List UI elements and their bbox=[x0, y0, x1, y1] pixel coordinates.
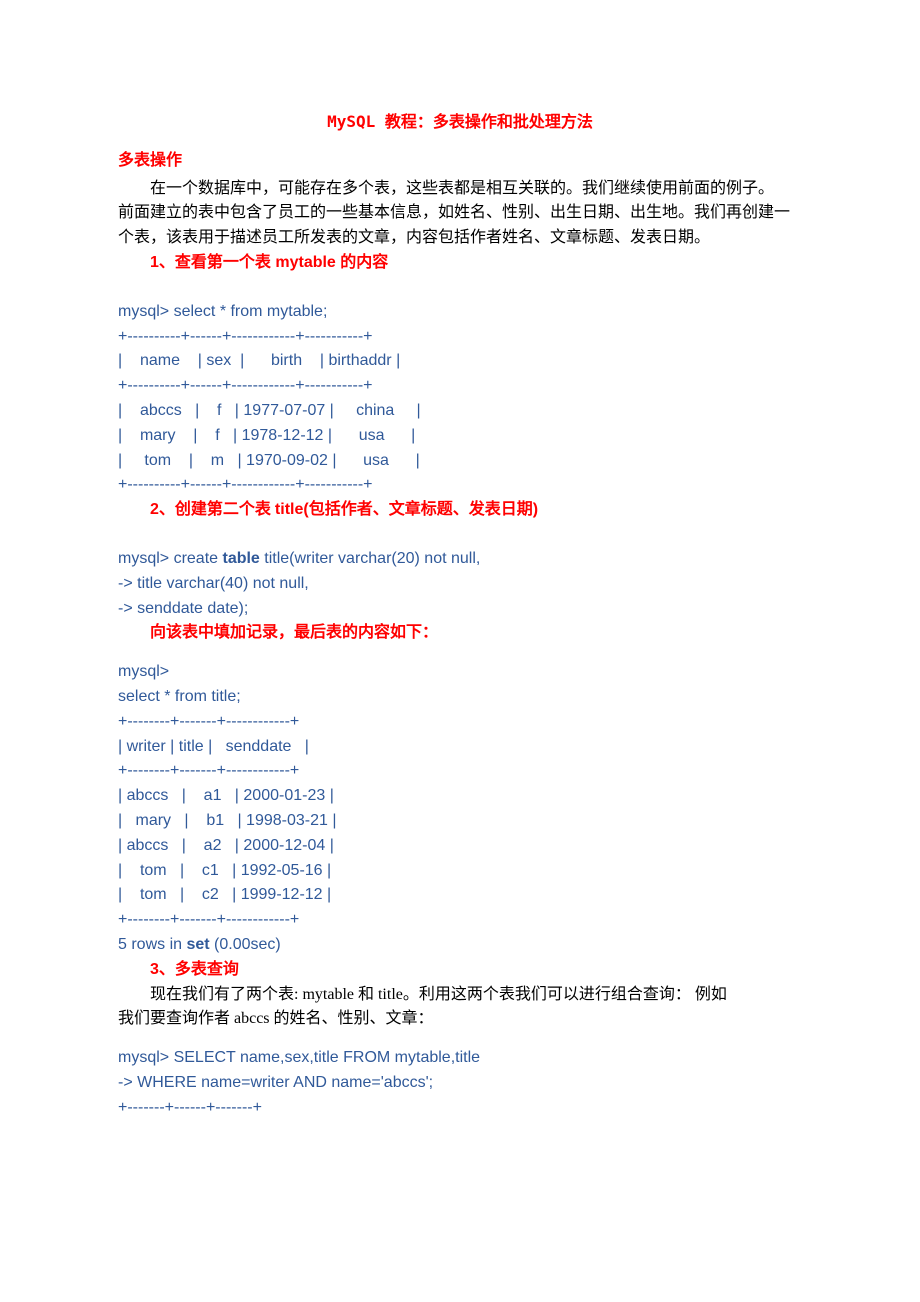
code-keyword-set: set bbox=[186, 936, 209, 953]
code-block-select-mytable: mysql> select * from mytable; +---------… bbox=[118, 300, 802, 498]
step-2-text-a: 创建第二个表 bbox=[175, 501, 275, 518]
code-block-join-query: mysql> SELECT name,sex,title FROM mytabl… bbox=[118, 1046, 802, 1120]
spacer bbox=[118, 276, 802, 300]
step-3-text: 多表查询 bbox=[175, 961, 239, 978]
step-2-keyword: title( bbox=[275, 501, 309, 518]
spacer bbox=[118, 646, 802, 660]
step-2-number: 2、 bbox=[150, 501, 175, 518]
step-2-text-c: 包括作者、文章标题、发表日期 bbox=[309, 501, 533, 518]
step-3-paragraph-line2: 我们要查询作者 abccs 的姓名、性别、文章： bbox=[118, 1007, 802, 1032]
step-1-text-c: 的内容 bbox=[340, 254, 388, 271]
code-pre: mysql> create bbox=[118, 550, 222, 567]
code-block-create-table: mysql> create table title(writer varchar… bbox=[118, 547, 802, 621]
code-keyword-table: table bbox=[222, 550, 259, 567]
step-1-text-a: 查看第一个表 bbox=[175, 254, 275, 271]
intro-paragraph-line1: 在一个数据库中，可能存在多个表，这些表都是相互关联的。我们继续使用前面的例子。 bbox=[118, 177, 802, 202]
code2-pre: mysql> select * from title; +--------+--… bbox=[118, 663, 337, 953]
step-1-number: 1、 bbox=[150, 254, 175, 271]
spacer bbox=[118, 523, 802, 547]
step-2-heading: 2、创建第二个表 title(包括作者、文章标题、发表日期) bbox=[118, 498, 802, 523]
code2-post: (0.00sec) bbox=[210, 936, 281, 953]
section-header-multi-table: 多表操作 bbox=[118, 149, 802, 174]
document-title: MySQL 教程：多表操作和批处理方法 bbox=[118, 110, 802, 135]
document-page: MySQL 教程：多表操作和批处理方法 多表操作 在一个数据库中，可能存在多个表… bbox=[0, 0, 920, 1302]
step-1-heading: 1、查看第一个表 mytable 的内容 bbox=[118, 251, 802, 276]
intro-paragraph-line2: 前面建立的表中包含了员工的一些基本信息，如姓名、性别、出生日期、出生地。我们再创… bbox=[118, 201, 802, 251]
spacer bbox=[118, 1032, 802, 1046]
step-3-paragraph-line1: 现在我们有了两个表: mytable 和 title。利用这两个表我们可以进行组… bbox=[118, 983, 802, 1008]
step-3-heading: 3、多表查询 bbox=[118, 958, 802, 983]
step-2-paren: ) bbox=[533, 501, 538, 518]
step-3-number: 3、 bbox=[150, 961, 175, 978]
step-2-note: 向该表中填加记录，最后表的内容如下： bbox=[118, 621, 802, 646]
code-block-select-title: mysql> select * from title; +--------+--… bbox=[118, 660, 802, 958]
step-1-keyword: mytable bbox=[275, 254, 340, 271]
